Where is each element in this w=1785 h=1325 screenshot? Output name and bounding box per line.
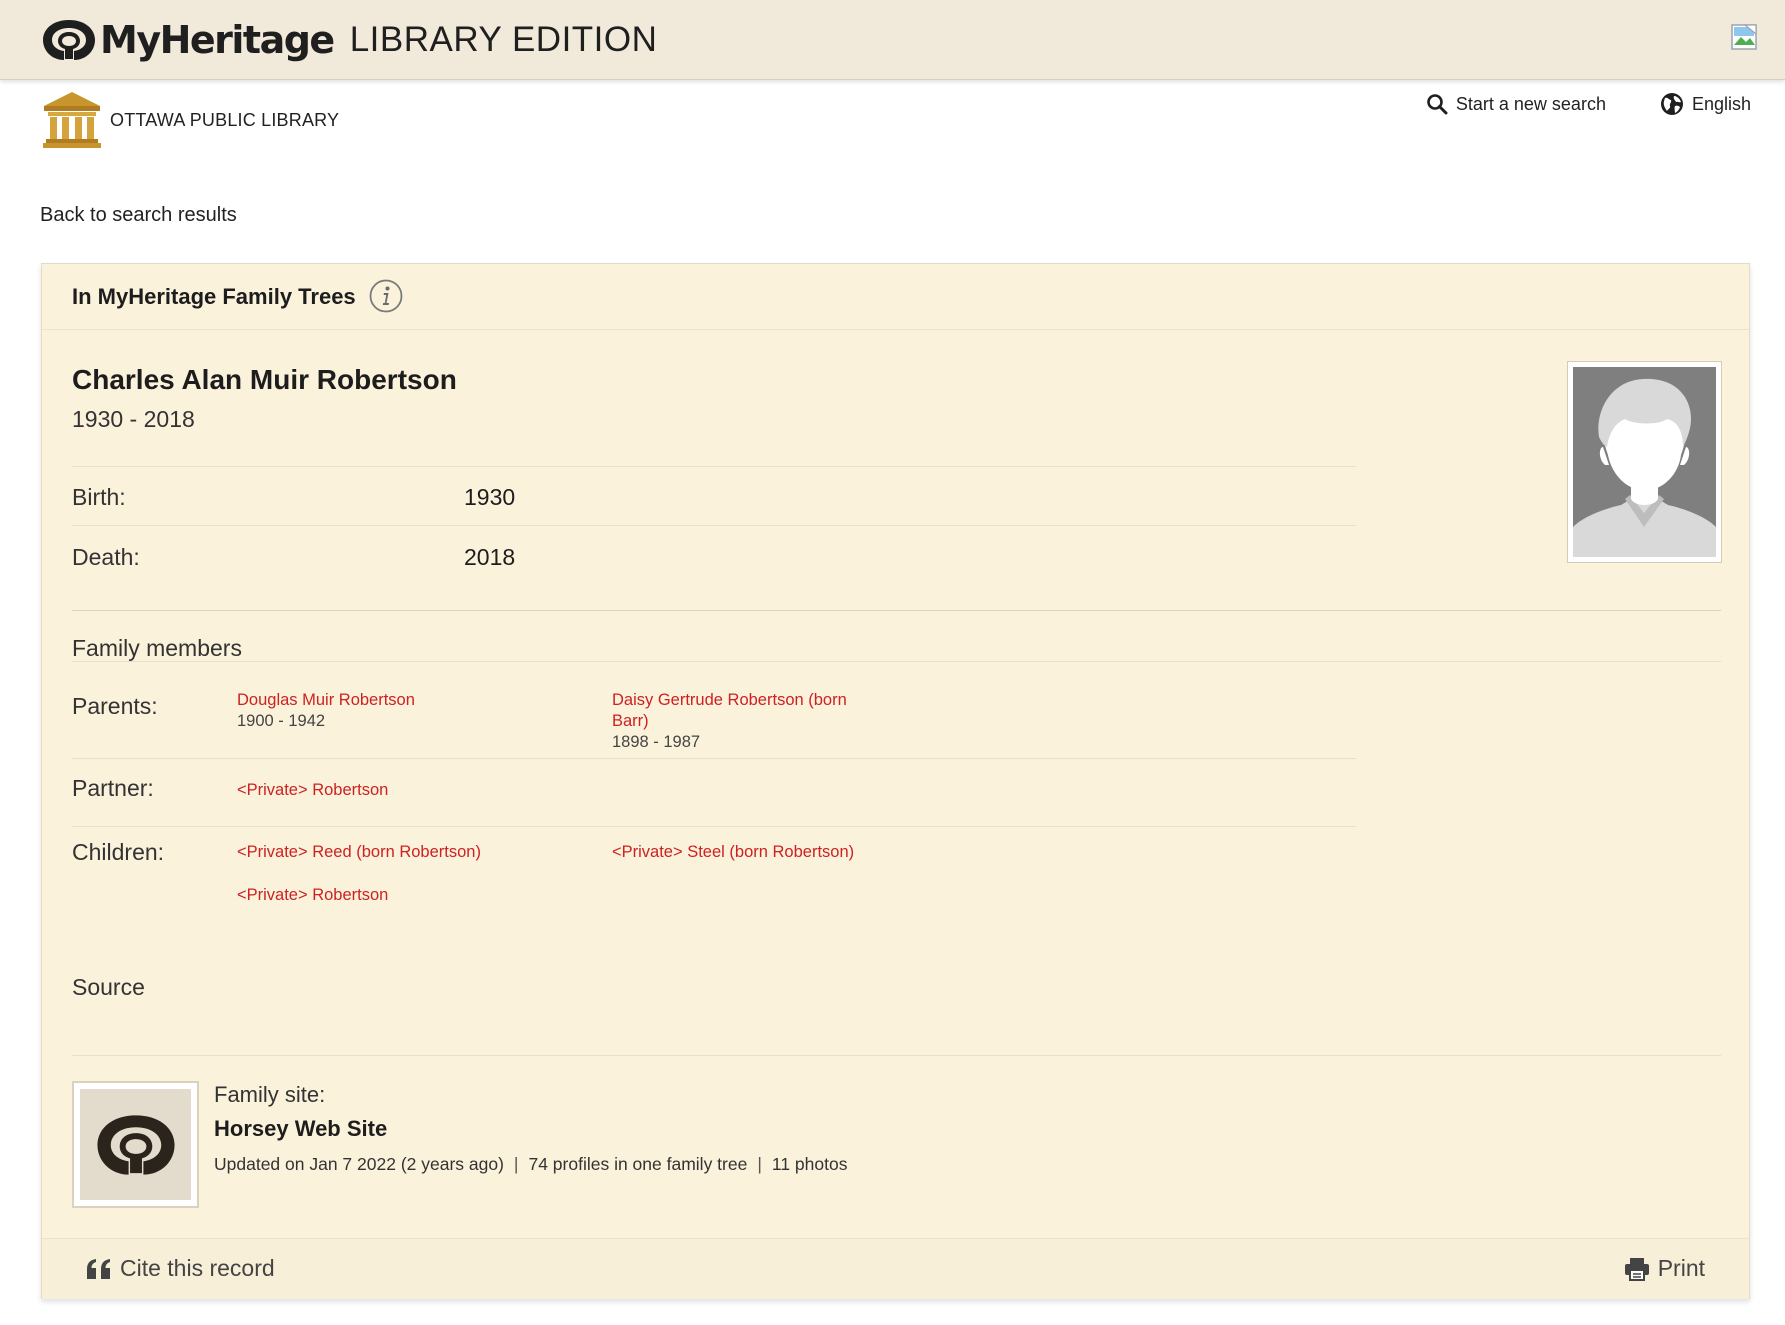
parent-years: 1900 - 1942 — [237, 712, 326, 730]
parent-link[interactable]: Daisy Gertrude Robertson (born Barr) — [612, 690, 882, 732]
site-profiles: 74 profiles in one family tree — [528, 1154, 748, 1174]
death-value: 2018 — [464, 544, 516, 570]
divider — [72, 466, 1356, 467]
library-badge: OTTAWA PUBLIC LIBRARY — [40, 90, 339, 150]
partner-entry: <Private> Robertson — [237, 780, 537, 801]
person-photo — [1567, 361, 1722, 563]
divider — [72, 826, 1356, 827]
partner-label: Partner: — [72, 775, 154, 801]
parent-entry: Daisy Gertrude Robertson (born Barr) 189… — [612, 690, 882, 753]
family-site-meta: Updated on Jan 7 2022 (2 years ago) | 74 p… — [214, 1154, 847, 1175]
child-entry: <Private> Reed (born Robertson) — [237, 842, 537, 863]
separator: | — [513, 1154, 519, 1174]
language-selector[interactable]: English — [1660, 92, 1751, 116]
globe-icon — [1660, 93, 1683, 115]
print-button[interactable]: Print — [1624, 1255, 1705, 1282]
divider — [72, 758, 1356, 759]
record-card: In MyHeritage Family Trees Charles Alan … — [41, 263, 1750, 1299]
edition-label: LIBRARY EDITION — [349, 20, 658, 59]
info-icon[interactable] — [369, 279, 403, 313]
card-header: In MyHeritage Family Trees — [42, 264, 1749, 330]
back-to-results-link[interactable]: Back to search results — [40, 204, 237, 227]
partner-link[interactable]: <Private> Robertson — [237, 780, 537, 801]
quote-icon — [87, 1258, 110, 1279]
parent-years: 1898 - 1987 — [612, 733, 701, 751]
new-search-link[interactable]: Start a new search — [1426, 93, 1606, 115]
children-label: Children: — [72, 839, 165, 865]
child-entry: <Private> Steel (born Robertson) — [612, 842, 912, 863]
card-title: In MyHeritage Family Trees — [72, 284, 356, 309]
printer-icon — [1624, 1257, 1649, 1281]
divider — [72, 525, 1356, 526]
library-building-icon — [43, 92, 101, 148]
myheritage-logo[interactable]: MyHeritage LIBRARY EDITION — [40, 14, 657, 66]
family-site-logo-icon — [96, 1114, 175, 1175]
cite-label: Cite this record — [120, 1255, 275, 1281]
top-bar: MyHeritage LIBRARY EDITION — [0, 0, 1785, 80]
family-members-title: Family members — [72, 635, 242, 661]
divider — [72, 1055, 1721, 1056]
silhouette-icon — [1573, 367, 1716, 557]
site-photos: 11 photos — [771, 1154, 848, 1174]
broken-image-icon — [1731, 24, 1757, 50]
child-entry: <Private> Robertson — [237, 885, 537, 906]
language-label: English — [1691, 93, 1751, 114]
site-updated: Updated on Jan 7 2022 (2 years ago) — [214, 1154, 504, 1174]
death-label: Death: — [72, 544, 140, 570]
family-site-label: Family site: — [214, 1082, 326, 1107]
family-site-name[interactable]: Horsey Web Site — [214, 1116, 387, 1142]
parent-entry: Douglas Muir Robertson 1900 - 1942 — [237, 690, 537, 732]
parent-link[interactable]: Douglas Muir Robertson — [237, 690, 537, 711]
divider — [72, 661, 1721, 662]
birth-label: Birth: — [72, 484, 126, 510]
person-years: 1930 - 2018 — [72, 406, 195, 432]
myheritage-logo-icon — [43, 20, 95, 60]
card-footer: Cite this record Print — [42, 1238, 1749, 1299]
birth-value: 1930 — [464, 484, 516, 510]
cite-record-button[interactable]: Cite this record — [86, 1255, 275, 1282]
search-icon — [1427, 94, 1448, 115]
print-label: Print — [1657, 1255, 1705, 1281]
divider — [72, 610, 1721, 611]
separator: | — [757, 1154, 762, 1174]
child-link[interactable]: <Private> Reed (born Robertson) — [237, 842, 537, 863]
child-link[interactable]: <Private> Robertson — [237, 885, 537, 906]
new-search-label: Start a new search — [1455, 93, 1606, 114]
parents-label: Parents: — [72, 693, 158, 719]
child-link[interactable]: <Private> Steel (born Robertson) — [612, 842, 912, 863]
person-name: Charles Alan Muir Robertson — [72, 364, 457, 395]
top-links: Start a new search English — [1426, 92, 1751, 116]
brand-name: MyHeritage — [100, 18, 335, 62]
family-site-thumbnail[interactable] — [72, 1081, 199, 1208]
source-title: Source — [72, 974, 145, 1000]
library-name: OTTAWA PUBLIC LIBRARY — [110, 109, 340, 130]
